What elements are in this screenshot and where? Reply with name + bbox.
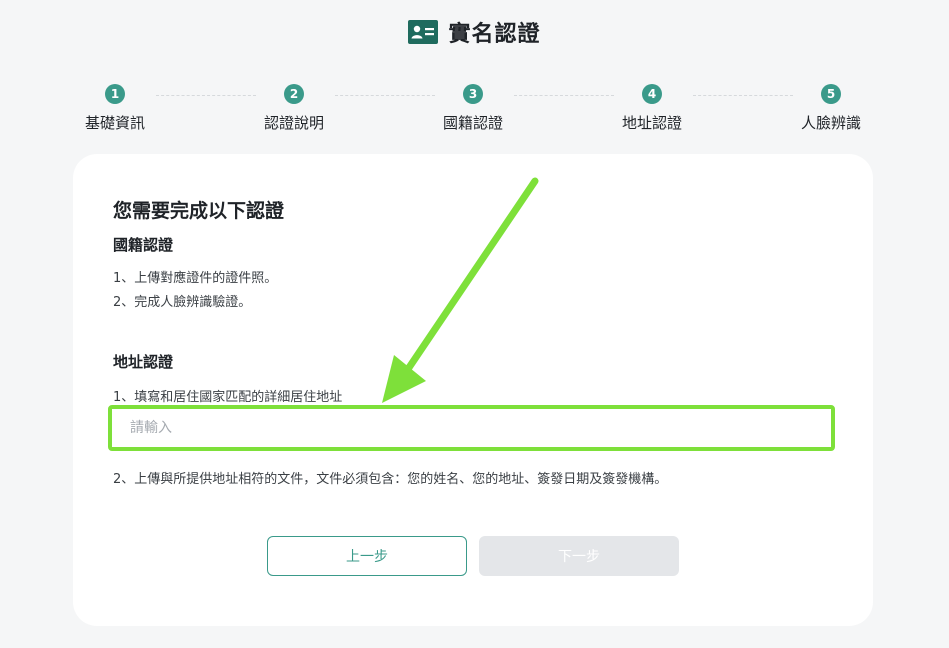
next-step-button[interactable]: 下一步: [479, 536, 679, 576]
step-label: 地址認證: [621, 114, 682, 132]
step-number: 2: [284, 84, 304, 104]
step-label: 人臉辨識: [800, 114, 861, 132]
step-number: 1: [105, 84, 125, 104]
step-basic-info: 1 基礎資訊: [55, 84, 175, 133]
address-input[interactable]: [112, 409, 831, 447]
nationality-section-title: 國籍認證: [113, 236, 174, 254]
page-header: 實名認證: [0, 14, 949, 50]
nationality-step-2: 2、完成人臉辨識驗證。: [113, 295, 252, 310]
address-step-1: 1、填寫和居住國家匹配的詳細居住地址: [113, 390, 343, 405]
stepper: 1 基礎資訊 2 認證說明 3 國籍認證 4 地址認證 5 人臉辨識: [0, 84, 949, 134]
page-title: 實名認證: [448, 22, 541, 47]
address-input-highlight: [108, 405, 835, 451]
step-label: 國籍認證: [442, 114, 503, 132]
id-card-icon: [408, 20, 439, 44]
step-face-recognition: 5 人臉辨識: [771, 84, 891, 133]
step-label: 基礎資訊: [84, 114, 145, 132]
card-title: 您需要完成以下認證: [113, 200, 285, 222]
previous-step-button[interactable]: 上一步: [267, 536, 467, 576]
step-number: 5: [821, 84, 841, 104]
step-number: 3: [463, 84, 483, 104]
step-nationality: 3 國籍認證: [413, 84, 533, 133]
step-number: 4: [642, 84, 662, 104]
address-section-title: 地址認證: [113, 353, 174, 371]
verification-card: 您需要完成以下認證 國籍認證 1、上傳對應證件的證件照。 2、完成人臉辨識驗證。…: [73, 154, 873, 626]
address-step-2: 2、上傳與所提供地址相符的文件，文件必須包含：您的姓名、您的地址、簽發日期及簽發…: [113, 472, 668, 487]
step-label: 認證說明: [263, 114, 324, 132]
step-address: 4 地址認證: [592, 84, 712, 133]
step-verification-guide: 2 認證說明: [234, 84, 354, 133]
nationality-step-1: 1、上傳對應證件的證件照。: [113, 271, 278, 286]
